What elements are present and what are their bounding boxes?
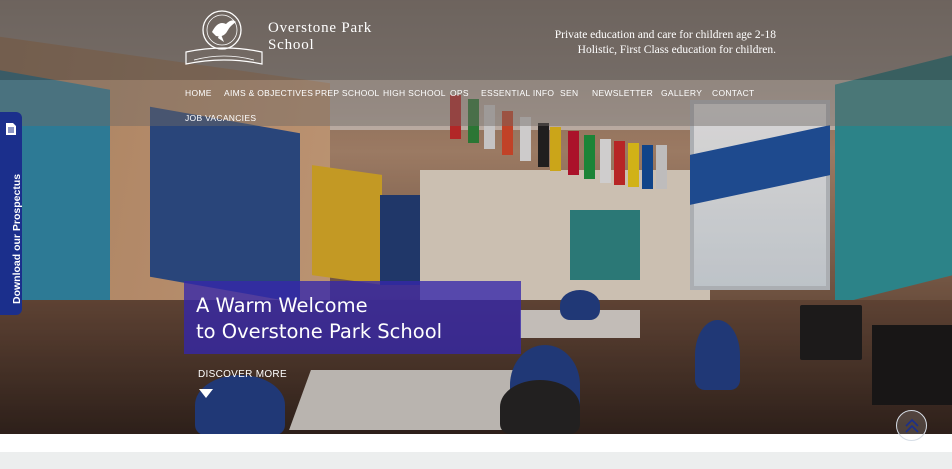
nav-item-aims-objectives[interactable]: AIMS & OBJECTIVES bbox=[224, 88, 313, 98]
nav-item-high-school[interactable]: HIGH SCHOOL bbox=[383, 88, 446, 98]
welcome-banner: A Warm Welcome to Overstone Park School bbox=[184, 281, 521, 354]
discover-more-link[interactable]: DISCOVER MORE bbox=[198, 369, 287, 380]
brand-line-1: Overstone Park bbox=[268, 20, 373, 36]
brand-name[interactable]: Overstone Park School bbox=[268, 20, 372, 54]
double-chevron-up-icon bbox=[905, 418, 919, 433]
hero-title-line-1: A Warm Welcome bbox=[196, 294, 368, 317]
hero-title-line-2: to Overstone Park School bbox=[196, 320, 443, 343]
download-prospectus-label: Download our Prospectus bbox=[11, 173, 23, 304]
tagline-line-2: Holistic, First Class education for chil… bbox=[577, 44, 776, 56]
site-header: Overstone Park School Private education … bbox=[0, 0, 952, 80]
nav-item-prep-school[interactable]: PREP SCHOOL bbox=[315, 88, 380, 98]
nav-item-ops[interactable]: OPS bbox=[450, 88, 469, 98]
nav-item-home[interactable]: HOME bbox=[185, 88, 212, 98]
page-content-start bbox=[0, 452, 952, 469]
scroll-to-top-button[interactable] bbox=[896, 410, 927, 441]
nav-item-gallery[interactable]: GALLERY bbox=[661, 88, 702, 98]
nav-item-essential-info[interactable]: ESSENTIAL INFO bbox=[481, 88, 554, 98]
nav-item-job-vacancies[interactable]: JOB VACANCIES bbox=[185, 113, 256, 123]
main-navigation-bar: HOME AIMS & OBJECTIVES PREP SCHOOL HIGH … bbox=[0, 80, 952, 126]
nav-item-contact[interactable]: CONTACT bbox=[712, 88, 755, 98]
chevron-down-icon[interactable] bbox=[199, 389, 213, 398]
brand-line-2: School bbox=[268, 37, 315, 53]
download-prospectus-tab[interactable]: Download our Prospectus bbox=[0, 112, 23, 315]
tagline: Private education and care for children … bbox=[555, 28, 776, 58]
school-crest-logo[interactable] bbox=[182, 8, 266, 72]
tagline-line-1: Private education and care for children … bbox=[554, 29, 776, 41]
nav-item-sen[interactable]: SEN bbox=[560, 88, 578, 98]
nav-item-newsletter[interactable]: NEWSLETTER bbox=[592, 88, 653, 98]
